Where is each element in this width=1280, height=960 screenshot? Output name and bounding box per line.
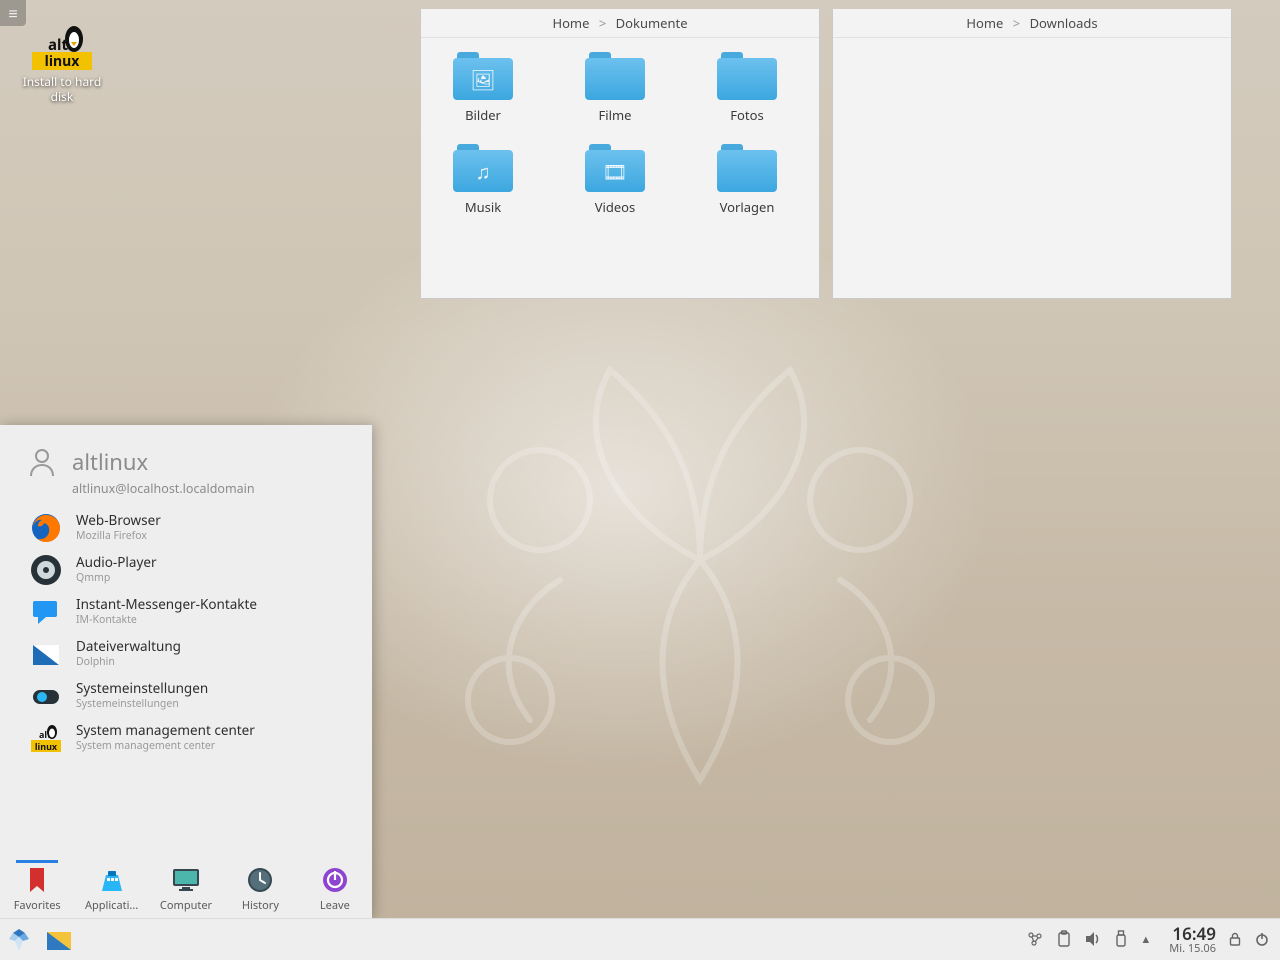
chevron-right-icon: > (599, 14, 606, 32)
favorite-title: Web-Browser (76, 513, 161, 529)
apps-icon (84, 866, 138, 894)
kickoff-username: altlinux (72, 447, 255, 477)
folder-item[interactable]: 🖼 Bilder (433, 52, 533, 124)
tray-expand-icon[interactable]: ▲ (1140, 932, 1151, 947)
folder-icon: ♫ (453, 144, 513, 192)
chat-icon (30, 596, 62, 628)
kickoff-tab-monitor[interactable]: Computer (159, 860, 213, 913)
kickoff-tab-label: Applicati... (84, 898, 138, 913)
folder-label: Musik (433, 198, 533, 216)
panel: ▲ 16:49 Mi. 15.06 (0, 918, 1280, 960)
folder-label: Vorlagen (697, 198, 797, 216)
kickoff-tab-label: History (233, 898, 287, 913)
taskbar-dolphin[interactable] (42, 923, 76, 957)
desktop-icon-label: Install to hard disk (22, 74, 102, 104)
folder-label: Fotos (697, 106, 797, 124)
kickoff-tab-apps[interactable]: Applicati... (84, 860, 138, 913)
system-tray: ▲ 16:49 Mi. 15.06 (1026, 925, 1280, 954)
favorite-subtitle: Systemeinstellungen (76, 697, 208, 711)
kickoff-tab-leave[interactable]: Leave (308, 860, 362, 913)
hamburger-icon: ≡ (8, 5, 17, 21)
kickoff-tab-label: Leave (308, 898, 362, 913)
breadcrumb[interactable]: Home > Downloads (833, 9, 1231, 38)
lock-icon[interactable] (1228, 931, 1242, 947)
favorite-subtitle: Dolphin (76, 655, 181, 669)
folderview-dokumente[interactable]: Home > Dokumente 🖼 Bilder Filme Fotos ♫ … (420, 9, 820, 299)
kickoff-tab-label: Favorites (10, 898, 64, 913)
monitor-icon (159, 866, 213, 894)
bookmark-icon (10, 866, 64, 894)
leave-icon (308, 866, 362, 894)
kickoff-favorite[interactable]: Dateiverwaltung Dolphin (0, 633, 372, 675)
panel-clock[interactable]: 16:49 Mi. 15.06 (1169, 925, 1216, 954)
kickoff-favorite[interactable]: linuxalt System management center System… (0, 717, 372, 759)
kickoff-favorite[interactable]: Audio-Player Qmmp (0, 549, 372, 591)
folder-item[interactable]: ♫ Musik (433, 144, 533, 216)
shutdown-icon[interactable] (1254, 931, 1270, 947)
altlinux-logo-icon: linux alt (32, 24, 92, 72)
favorite-title: Instant-Messenger-Kontakte (76, 597, 257, 613)
kickoff-favorite[interactable]: Systemeinstellungen Systemeinstellungen (0, 675, 372, 717)
svg-text:linux: linux (35, 740, 58, 753)
dolphin-icon (30, 638, 62, 670)
history-icon (233, 866, 287, 894)
kickoff-favorite[interactable]: Web-Browser Mozilla Firefox (0, 507, 372, 549)
altcenter-icon: linuxalt (30, 722, 62, 754)
folder-icon: 🎞 (585, 144, 645, 192)
clipboard-icon[interactable] (1056, 930, 1072, 948)
kickoff-tab-label: Computer (159, 898, 213, 913)
folderview-downloads[interactable]: Home > Downloads (832, 9, 1232, 299)
favorite-subtitle: Qmmp (76, 571, 157, 585)
folder-item[interactable]: 🎞 Videos (565, 144, 665, 216)
kickoff-tab-bookmark[interactable]: Favorites (10, 860, 64, 913)
user-icon (28, 447, 56, 477)
folder-label: Videos (565, 198, 665, 216)
folder-icon (585, 52, 645, 100)
chevron-right-icon: > (1013, 14, 1020, 32)
folder-item[interactable]: Fotos (697, 52, 797, 124)
favorite-title: Systemeinstellungen (76, 681, 208, 697)
favorite-title: Audio-Player (76, 555, 157, 571)
firefox-icon (30, 512, 62, 544)
kickoff-tab-history[interactable]: History (233, 860, 287, 913)
favorite-subtitle: System management center (76, 739, 255, 753)
breadcrumb[interactable]: Home > Dokumente (421, 9, 819, 38)
favorite-title: System management center (76, 723, 255, 739)
kickoff-menu: altlinux altlinux@localhost.localdomain … (0, 425, 372, 919)
desktop-toolbox[interactable]: ≡ (0, 0, 26, 26)
favorite-title: Dateiverwaltung (76, 639, 181, 655)
settings-icon (30, 680, 62, 712)
volume-icon[interactable] (1084, 930, 1102, 948)
network-icon[interactable] (1026, 930, 1044, 948)
qmmp-icon (30, 554, 62, 586)
folder-item[interactable]: Filme (565, 52, 665, 124)
favorite-subtitle: Mozilla Firefox (76, 529, 161, 543)
folder-icon: 🖼 (453, 52, 513, 100)
folder-label: Filme (565, 106, 665, 124)
kickoff-header: altlinux altlinux@localhost.localdomain (0, 425, 372, 507)
folder-item[interactable]: Vorlagen (697, 144, 797, 216)
kickoff-launcher-button[interactable] (0, 919, 38, 960)
favorite-subtitle: IM-Kontakte (76, 613, 257, 627)
folder-icon (717, 144, 777, 192)
kickoff-userhost: altlinux@localhost.localdomain (72, 480, 255, 497)
folder-label: Bilder (433, 106, 533, 124)
folder-icon (717, 52, 777, 100)
kickoff-favorite[interactable]: Instant-Messenger-Kontakte IM-Kontakte (0, 591, 372, 633)
desktop-icon-install[interactable]: linux alt Install to hard disk (22, 24, 102, 104)
usb-device-icon[interactable] (1114, 930, 1128, 948)
